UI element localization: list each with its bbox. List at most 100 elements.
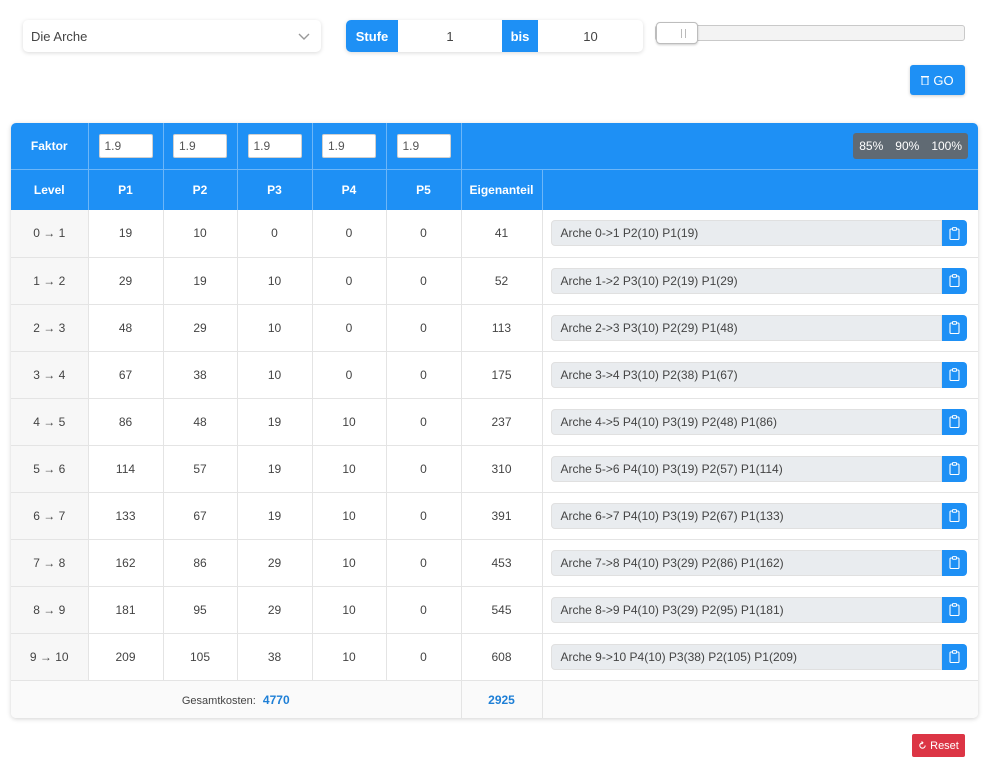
copy-text-field[interactable]: Arche 3->4 P3(10) P2(38) P1(67) [550,361,942,388]
copy-text-field[interactable]: Arche 6->7 P4(10) P3(19) P2(67) P1(133) [550,502,942,529]
reset-button[interactable]: Reset [912,734,965,757]
copy-button[interactable] [941,267,967,294]
p5-cell: 0 [386,633,462,681]
copy-text-field[interactable]: Arche 0->1 P2(10) P1(19) [550,220,942,247]
p1-cell: 162 [88,539,164,587]
p1-cell: 29 [88,257,164,305]
copy-text-field[interactable]: Arche 4->5 P4(10) P3(19) P2(48) P1(86) [550,408,942,435]
copy-group: Arche 0->1 P2(10) P1(19) [550,220,967,247]
copy-cell: Arche 6->7 P4(10) P3(19) P2(67) P1(133) [542,492,978,540]
p5-cell: 0 [386,210,462,258]
copy-button[interactable] [941,220,967,247]
copy-button[interactable] [941,549,967,576]
eigenanteil-cell: 310 [461,445,543,493]
eigenanteil-cell: 545 [461,586,543,634]
copy-text-field[interactable]: Arche 9->10 P4(10) P3(38) P2(105) P1(209… [550,643,942,670]
percent-100-button[interactable]: 100% [925,133,968,159]
col-header-p1: P1 [88,169,164,210]
faktor-input-p2[interactable] [173,133,227,158]
table-row: 0 → 1 19 10 0 0 0 41 Arche 0->1 P2(10) P1(19) [11,210,978,258]
table-row: 4 → 5 86 48 19 10 0 237 Arche 4->5 P4(10) P3(19… [11,398,978,446]
p2-cell: 67 [163,492,238,540]
p1-cell: 48 [88,304,164,352]
go-button-label: GO [933,72,954,88]
p4-cell: 0 [312,304,387,352]
copy-button[interactable] [941,408,967,435]
slider-handle[interactable] [656,22,698,44]
copy-text-field[interactable]: Arche 7->8 P4(10) P3(29) P2(86) P1(162) [550,549,942,576]
copy-button[interactable] [941,596,967,623]
clipboard-icon [948,650,960,663]
reset-icon [919,741,926,749]
level-cell: 5 → 6 [11,445,89,493]
clipboard-icon [948,462,960,475]
p5-cell: 0 [386,351,462,399]
p1-cell: 209 [88,633,164,681]
copy-group: Arche 7->8 P4(10) P3(29) P2(86) P1(162) [550,549,967,576]
p5-cell: 0 [386,445,462,493]
copy-text-field[interactable]: Arche 1->2 P3(10) P2(19) P1(29) [550,267,942,294]
p1-cell: 114 [88,445,164,493]
total-eigen-value: 2925 [488,693,515,708]
p1-cell: 19 [88,210,164,258]
faktor-input-p4[interactable] [322,133,376,158]
copy-group: Arche 4->5 P4(10) P3(19) P2(48) P1(86) [550,408,967,435]
level-cell: 3 → 4 [11,351,89,399]
faktor-input-p5[interactable] [396,133,451,158]
go-button[interactable]: GO [910,65,965,95]
faktor-input-p3[interactable] [247,133,302,158]
col-header-copy [542,169,978,210]
p3-cell: 10 [237,351,313,399]
col-header-p4: P4 [312,169,387,210]
clipboard-icon [948,509,960,522]
copy-button[interactable] [941,643,967,670]
copy-text-field[interactable]: Arche 5->6 P4(10) P3(19) P2(57) P1(114) [550,455,942,482]
p3-cell: 19 [237,398,313,446]
p2-cell: 19 [163,257,238,305]
p3-cell: 10 [237,304,313,352]
percent-90-button[interactable]: 90% [889,133,925,159]
header-row: Level P1 P2 P3 P4 P5 Eigenanteil [11,169,978,210]
chevron-down-icon [298,33,310,40]
copy-button[interactable] [941,502,967,529]
eigenanteil-cell: 608 [461,633,543,681]
copy-button[interactable] [941,455,967,482]
copy-text-field[interactable]: Arche 2->3 P3(10) P2(29) P1(48) [550,314,942,341]
to-level-input[interactable]: 10 [538,20,643,52]
table-row: 7 → 8 162 86 29 10 0 453 Arche 7->8 P4(10) P3(2… [11,539,978,587]
level-range: Stufe 1 bis 10 [346,20,643,52]
clipboard-icon [948,274,960,287]
faktor-input-p1[interactable] [98,133,153,158]
clipboard-icon [948,415,960,428]
cost-table: Faktor 85% 90% 100% Level P1 P2 P3 P4 P5… [11,123,978,718]
stufe-label: Stufe [346,20,398,52]
level-cell: 9 → 10 [11,633,89,681]
copy-button[interactable] [941,314,967,341]
p2-cell: 48 [163,398,238,446]
p4-cell: 10 [312,398,387,446]
p2-cell: 95 [163,586,238,634]
p4-cell: 10 [312,492,387,540]
trash-icon [921,76,930,85]
copy-cell: Arche 1->2 P3(10) P2(19) P1(29) [542,257,978,305]
copy-group: Arche 5->6 P4(10) P3(19) P2(57) P1(114) [550,455,967,482]
copy-text-field[interactable]: Arche 8->9 P4(10) P3(29) P2(95) P1(181) [550,596,942,623]
p5-cell: 0 [386,492,462,540]
clipboard-icon [948,556,960,569]
p3-cell: 0 [237,210,313,258]
percent-85-button[interactable]: 85% [853,133,889,159]
level-cell: 7 → 8 [11,539,89,587]
col-header-p3: P3 [237,169,313,210]
p2-cell: 57 [163,445,238,493]
p4-cell: 0 [312,257,387,305]
from-level-input[interactable]: 1 [398,20,502,52]
level-slider[interactable] [655,22,965,44]
p4-cell: 0 [312,210,387,258]
p3-cell: 29 [237,586,313,634]
copy-button[interactable] [941,361,967,388]
p1-cell: 133 [88,492,164,540]
eigenanteil-cell: 237 [461,398,543,446]
table-row: 2 → 3 48 29 10 0 0 113 Arche 2->3 P3(10) P2(29)… [11,304,978,352]
copy-cell: Arche 7->8 P4(10) P3(29) P2(86) P1(162) [542,539,978,587]
building-select[interactable]: Die Arche [23,20,321,52]
